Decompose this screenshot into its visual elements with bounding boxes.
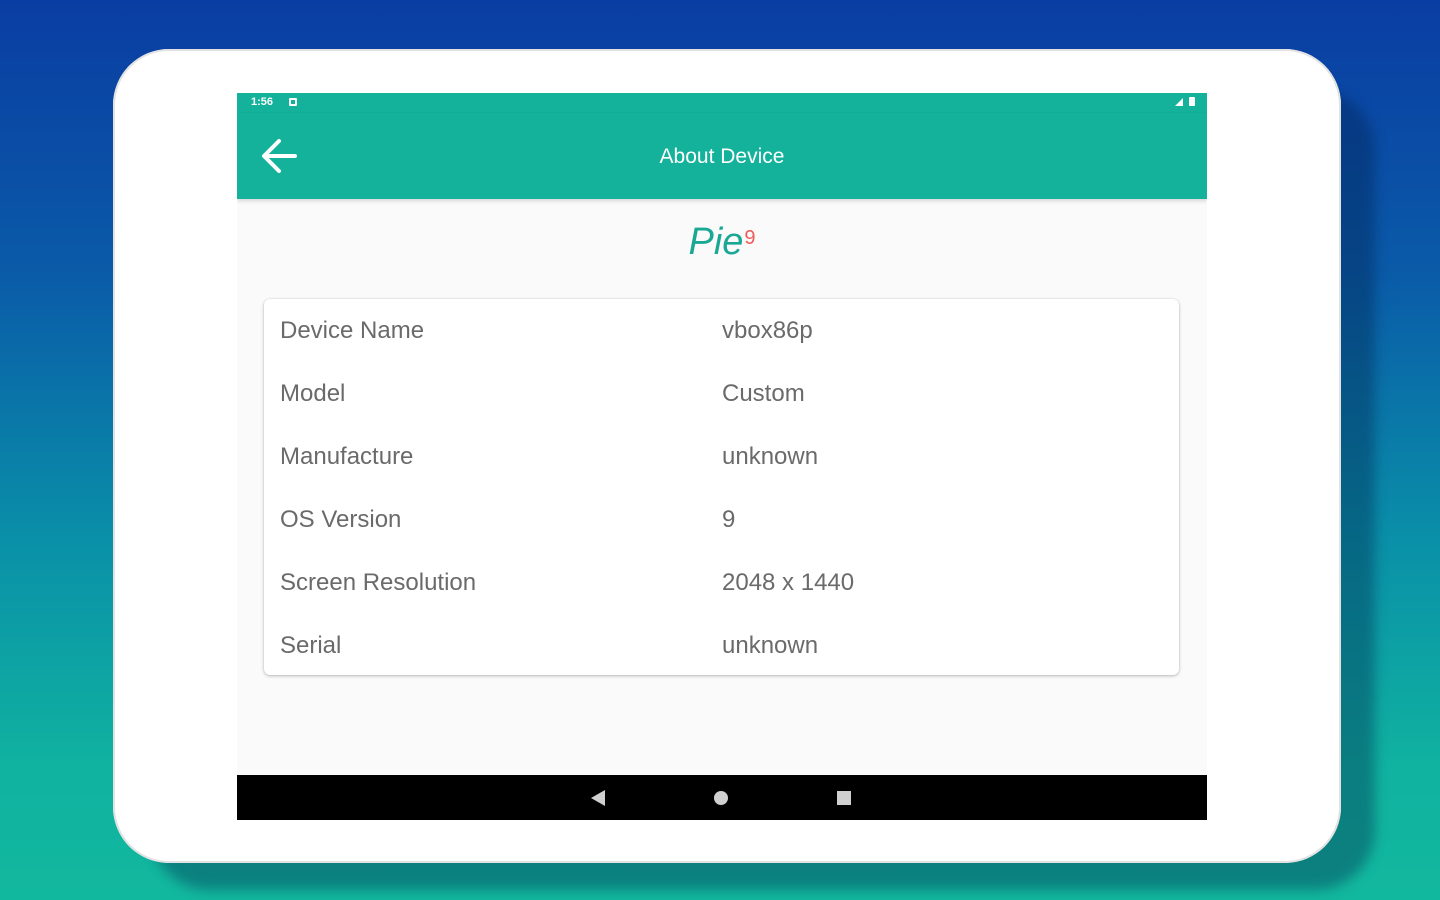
system-nav-bar [237,775,1207,820]
info-label: Manufacture [280,443,414,470]
info-row-manufacture: Manufacture unknown [264,425,1179,488]
info-value: unknown [722,632,819,659]
info-label: Model [280,380,346,407]
info-value: Custom [722,380,805,407]
info-value: 9 [722,506,736,533]
info-row-device-name: Device Name vbox86p [264,299,1179,362]
battery-icon [1189,97,1195,106]
info-row-serial: Serial unknown [264,614,1179,677]
info-value: vbox86p [722,317,813,344]
os-badge: Pie9 [237,221,1207,264]
notification-square-icon [289,98,297,106]
page-title: About Device [659,145,785,168]
device-screen: 1:56 About Device Pie9 Device Name vbox8… [237,93,1207,820]
status-icons [1175,97,1195,106]
status-time: 1:56 [251,96,274,108]
info-row-screen-resolution: Screen Resolution 2048 x 1440 [264,551,1179,614]
os-name: Pie [688,221,744,263]
signal-icon [1175,97,1183,106]
device-info-card: Device Name vbox86p Model Custom Manufac… [264,299,1179,675]
info-label: Serial [280,632,342,659]
os-version-superscript: 9 [744,226,756,249]
app-bar: About Device [237,113,1207,199]
nav-recents-square-icon[interactable] [837,791,851,805]
nav-back-triangle-icon[interactable] [591,790,605,806]
info-label: Screen Resolution [280,569,477,596]
info-row-os-version: OS Version 9 [264,488,1179,551]
info-row-model: Model Custom [264,362,1179,425]
info-label: OS Version [280,506,402,533]
nav-home-circle-icon[interactable] [714,791,728,805]
info-value: 2048 x 1440 [722,569,855,596]
info-value: unknown [722,443,819,470]
status-bar: 1:56 [237,93,1207,113]
info-label: Device Name [280,317,425,344]
